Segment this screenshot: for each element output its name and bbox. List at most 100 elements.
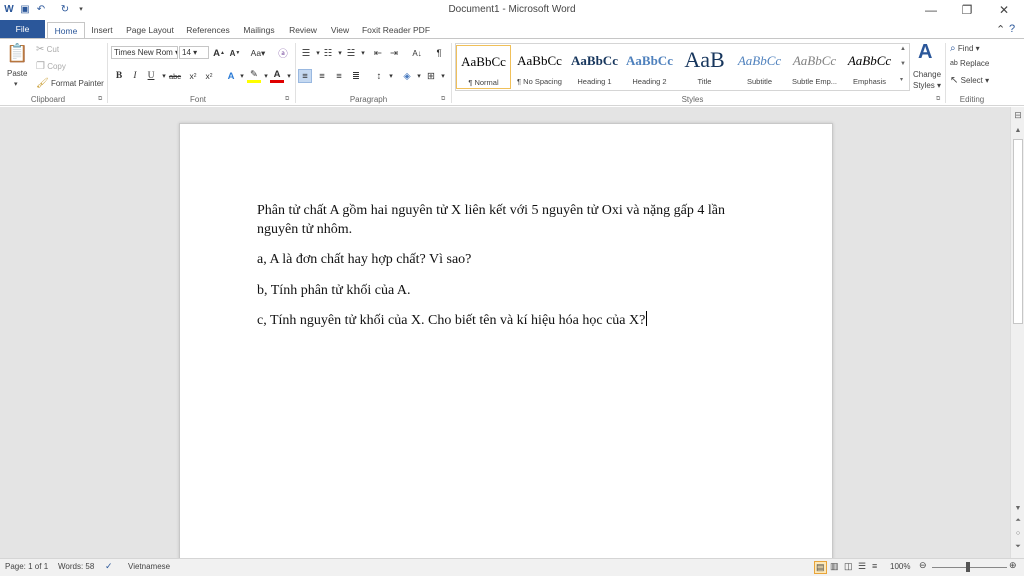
change-case-icon[interactable]: Aa▾ bbox=[248, 46, 268, 60]
select-button[interactable]: ↖ Select ▾ bbox=[950, 75, 989, 86]
sort-icon[interactable]: A↓ bbox=[410, 46, 424, 60]
cut-button[interactable]: ✂ Cut bbox=[36, 44, 59, 55]
scroll-up-arrow[interactable]: ▲ bbox=[1011, 127, 1024, 134]
align-left-button[interactable]: ≡ bbox=[298, 69, 312, 83]
ruler-toggle-icon[interactable]: ⊟ bbox=[1011, 110, 1024, 121]
close-button[interactable]: ✕ bbox=[987, 0, 1021, 20]
font-name-combo[interactable]: Times New Rom ▾ bbox=[111, 46, 178, 59]
copy-button[interactable]: ❐ Copy bbox=[36, 61, 66, 72]
cut-label: Cut bbox=[46, 45, 60, 54]
styles-scroll-down-icon[interactable]: ▼ bbox=[900, 61, 906, 67]
tab-review[interactable]: Review bbox=[287, 22, 319, 38]
decrease-indent-icon[interactable]: ⇤ bbox=[371, 46, 385, 60]
draft-view-icon[interactable]: ≡ bbox=[872, 561, 877, 571]
document-paragraph-last[interactable]: c, Tính nguyên tử khối của X. Cho biết t… bbox=[257, 311, 757, 330]
show-formatting-marks-icon[interactable]: ¶ bbox=[432, 46, 446, 60]
next-page-icon[interactable]: ⏷ bbox=[1011, 543, 1024, 551]
paste-dropdown-icon[interactable]: ▾ bbox=[14, 80, 18, 88]
styles-more-icon[interactable]: ▾ bbox=[900, 76, 903, 83]
scroll-down-arrow[interactable]: ▼ bbox=[1011, 505, 1024, 512]
restore-button[interactable]: ❐ bbox=[950, 0, 984, 20]
borders-dropdown-icon[interactable]: ▾ bbox=[436, 69, 450, 83]
tab-insert[interactable]: Insert bbox=[88, 22, 116, 38]
bold-button[interactable]: B bbox=[112, 69, 126, 83]
browse-object-icon[interactable]: ○ bbox=[1011, 530, 1024, 537]
tab-home[interactable]: Home bbox=[47, 22, 85, 38]
scissors-icon: ✂ bbox=[36, 44, 45, 55]
paste-icon[interactable]: 📋 bbox=[6, 42, 30, 64]
tab-mailings[interactable]: Mailings bbox=[241, 22, 277, 38]
group-separator bbox=[295, 43, 296, 103]
help-icon[interactable]: ? bbox=[1009, 23, 1015, 35]
superscript-button[interactable]: x2 bbox=[202, 69, 216, 83]
clear-formatting-icon[interactable]: ⓐ bbox=[276, 46, 290, 60]
tab-view[interactable]: View bbox=[329, 22, 351, 38]
style-title[interactable]: AaB Title bbox=[677, 45, 732, 89]
tab-references[interactable]: References bbox=[185, 22, 231, 38]
previous-page-icon[interactable]: ⏶ bbox=[1011, 517, 1024, 525]
align-right-button[interactable]: ≡ bbox=[332, 69, 346, 83]
clipboard-dialog-launcher-icon[interactable]: ⧉ bbox=[98, 96, 102, 103]
web-layout-view-icon[interactable]: ◫ bbox=[844, 561, 853, 572]
tab-page-layout[interactable]: Page Layout bbox=[125, 22, 175, 38]
subscript-button[interactable]: x2 bbox=[186, 69, 200, 83]
tab-foxit-reader-pdf[interactable]: Foxit Reader PDF bbox=[361, 22, 431, 38]
document-page[interactable]: Phân tử chất A gồm hai nguyên tử X liên … bbox=[179, 123, 833, 558]
styles-scroll-up-icon[interactable]: ▲ bbox=[900, 46, 906, 52]
page-count[interactable]: Page: 1 of 1 bbox=[5, 562, 48, 571]
line-spacing-dropdown-icon[interactable]: ▾ bbox=[384, 69, 398, 83]
group-separator bbox=[451, 43, 452, 103]
document-area[interactable]: Phân tử chất A gồm hai nguyên tử X liên … bbox=[0, 107, 1010, 558]
shrink-font-icon[interactable]: A ▼ bbox=[228, 46, 242, 60]
zoom-out-button[interactable]: ⊖ bbox=[919, 560, 927, 571]
strikethrough-button[interactable]: abc bbox=[168, 69, 182, 83]
underline-button[interactable]: U bbox=[144, 69, 158, 83]
style-subtitle[interactable]: AaBbCc Subtitle bbox=[732, 45, 787, 89]
style-no-spacing[interactable]: AaBbCc ¶ No Spacing bbox=[512, 45, 567, 89]
paste-button[interactable]: Paste bbox=[7, 69, 27, 78]
document-paragraph[interactable]: b, Tính phân tử khối của A. bbox=[257, 281, 757, 300]
paintbrush-icon: 🖌 bbox=[36, 78, 49, 89]
font-color-dropdown-icon[interactable]: ▾ bbox=[282, 69, 296, 83]
style-emphasis[interactable]: AaBbCc Emphasis bbox=[842, 45, 897, 89]
outline-view-icon[interactable]: ☰ bbox=[858, 561, 866, 572]
font-dialog-launcher-icon[interactable]: ⧉ bbox=[285, 96, 289, 103]
style-heading-1[interactable]: AaBbCc Heading 1 bbox=[567, 45, 622, 89]
zoom-level[interactable]: 100% bbox=[890, 562, 910, 571]
grow-font-icon[interactable]: A ▲ bbox=[212, 46, 226, 60]
proofing-icon[interactable]: ✓ bbox=[105, 561, 113, 572]
change-styles-line1[interactable]: Change bbox=[913, 70, 941, 79]
change-styles-icon[interactable]: A bbox=[918, 41, 932, 64]
paragraph-dialog-launcher-icon[interactable]: ⧉ bbox=[441, 96, 445, 103]
minimize-button[interactable]: — bbox=[914, 0, 948, 20]
print-layout-view-icon[interactable]: ▤ bbox=[814, 561, 827, 574]
full-screen-reading-view-icon[interactable]: ▥ bbox=[830, 561, 839, 572]
align-center-button[interactable]: ≡ bbox=[315, 69, 329, 83]
font-size-combo[interactable]: 14 ▾ bbox=[179, 46, 209, 59]
style-subtle-emphasis[interactable]: AaBbCc Subtle Emp... bbox=[787, 45, 842, 89]
document-paragraph[interactable]: Phân tử chất A gồm hai nguyên tử X liên … bbox=[257, 201, 757, 239]
cursor-icon: ↖ bbox=[950, 75, 959, 86]
style-normal[interactable]: AaBbCc ¶ Normal bbox=[456, 45, 511, 89]
vertical-scrollbar[interactable]: ⊟ ▲ ▼ ⏶ ○ ⏷ bbox=[1010, 107, 1024, 558]
justify-button[interactable]: ≣ bbox=[349, 69, 363, 83]
change-styles-button[interactable]: Styles ▾ bbox=[913, 81, 941, 90]
style-heading-2[interactable]: AaBbCc Heading 2 bbox=[622, 45, 677, 89]
multilevel-list-dropdown-icon[interactable]: ▾ bbox=[356, 46, 370, 60]
zoom-slider-thumb[interactable] bbox=[966, 562, 970, 572]
document-paragraph[interactable]: a, A là đơn chất hay hợp chất? Vì sao? bbox=[257, 250, 757, 269]
format-painter-button[interactable]: 🖌 Format Painter bbox=[36, 78, 104, 89]
increase-indent-icon[interactable]: ⇥ bbox=[387, 46, 401, 60]
tab-file[interactable]: File bbox=[0, 20, 45, 38]
scrollbar-thumb[interactable] bbox=[1013, 139, 1023, 324]
italic-button[interactable]: I bbox=[128, 69, 142, 83]
zoom-in-button[interactable]: ⊕ bbox=[1009, 560, 1017, 571]
style-name: Emphasis bbox=[853, 77, 886, 86]
find-button[interactable]: ⌕ Find ▾ bbox=[950, 43, 980, 54]
minimize-ribbon-icon[interactable]: ⌃ bbox=[996, 23, 1005, 36]
style-name: Heading 1 bbox=[577, 77, 612, 86]
replace-button[interactable]: ab Replace bbox=[950, 59, 989, 68]
language-indicator[interactable]: Vietnamese bbox=[128, 562, 170, 571]
word-count[interactable]: Words: 58 bbox=[58, 562, 94, 571]
styles-dialog-launcher-icon[interactable]: ⧉ bbox=[936, 96, 940, 103]
